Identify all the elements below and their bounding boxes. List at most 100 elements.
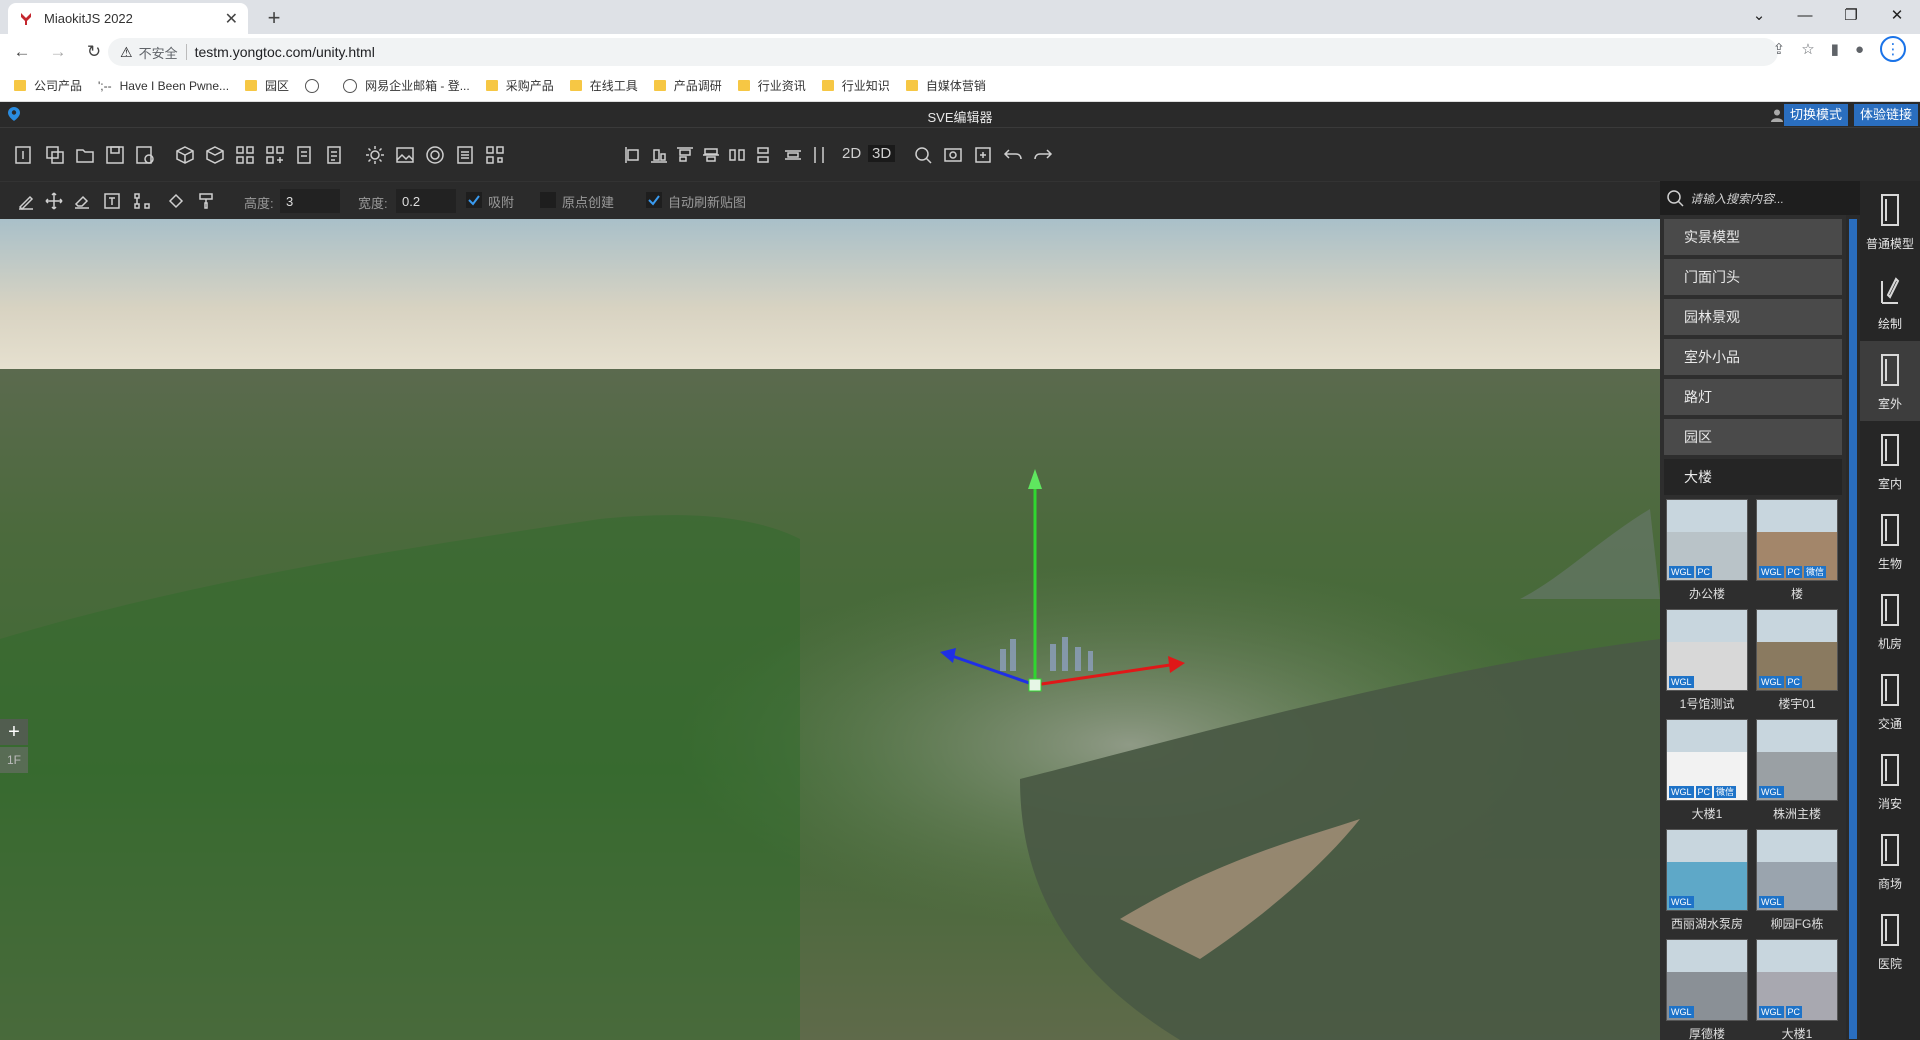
category-item[interactable]: 大楼 xyxy=(1664,459,1842,495)
minimize-button[interactable]: — xyxy=(1782,0,1828,30)
model-card[interactable]: WGL 柳园FG栋 xyxy=(1752,829,1842,939)
url-omnibox[interactable]: ⚠ 不安全 testm.yongtoc.com/unity.html xyxy=(108,38,1778,66)
profile-icon[interactable]: ● xyxy=(1855,41,1864,58)
floor-add-button[interactable]: + xyxy=(0,719,28,745)
pen-icon[interactable] xyxy=(16,191,36,211)
reload-icon[interactable]: ↻ xyxy=(80,38,108,66)
tab-close-icon[interactable]: ✕ xyxy=(225,9,238,29)
bookmark-item[interactable]: 自媒体营销 xyxy=(905,77,986,94)
right-nav-item[interactable]: 室内 xyxy=(1860,421,1920,501)
right-nav-item[interactable]: 普通模型 xyxy=(1860,181,1920,261)
model-card[interactable]: WGL PC 微信 大楼1 xyxy=(1662,719,1752,829)
new-tab-button[interactable]: + xyxy=(260,5,288,31)
bookmark-item[interactable]: 行业知识 xyxy=(821,77,890,94)
category-item[interactable]: 园林景观 xyxy=(1664,299,1842,335)
undo-icon[interactable] xyxy=(1002,144,1024,166)
height-input[interactable] xyxy=(280,189,340,213)
origin-create-checkbox[interactable] xyxy=(540,192,556,208)
node-icon[interactable] xyxy=(132,191,152,211)
align-left-icon[interactable] xyxy=(622,144,644,166)
qr-icon[interactable] xyxy=(484,144,506,166)
model-card[interactable]: WGL 1号馆测试 xyxy=(1662,609,1752,719)
right-nav-item[interactable]: 医院 xyxy=(1860,901,1920,981)
menu-kebab-icon[interactable]: ⋮ xyxy=(1880,36,1906,62)
right-nav-item[interactable]: 机房 xyxy=(1860,581,1920,661)
close-window-button[interactable]: ✕ xyxy=(1874,0,1920,30)
right-nav-item[interactable]: 交通 xyxy=(1860,661,1920,741)
category-item[interactable]: 园区 xyxy=(1664,419,1842,455)
list-export-icon[interactable] xyxy=(324,144,346,166)
category-item[interactable]: 门面门头 xyxy=(1664,259,1842,295)
back-icon[interactable]: ← xyxy=(8,38,36,66)
list-edit-icon[interactable] xyxy=(294,144,316,166)
right-nav-item[interactable]: 商场 xyxy=(1860,821,1920,901)
category-item[interactable]: 实景模型 xyxy=(1664,219,1842,255)
bookmark-star-icon[interactable]: ☆ xyxy=(1801,40,1814,58)
target-icon[interactable] xyxy=(424,144,446,166)
floor-current-button[interactable]: 1F xyxy=(0,747,28,773)
auto-refresh-checkbox[interactable] xyxy=(646,192,662,208)
align-top-icon[interactable] xyxy=(674,144,696,166)
save-icon[interactable] xyxy=(104,144,126,166)
grid-add-icon[interactable] xyxy=(234,144,256,166)
text-icon[interactable] xyxy=(102,191,122,211)
model-card[interactable]: WGL PC 大楼1 xyxy=(1752,939,1842,1040)
space-v-icon[interactable] xyxy=(808,144,830,166)
document-icon[interactable] xyxy=(454,144,476,166)
mode-2d-button[interactable]: 2D xyxy=(842,145,861,162)
bookmark-item[interactable]: 采购产品 xyxy=(485,77,554,94)
right-nav-item[interactable]: 生物 xyxy=(1860,501,1920,581)
model-card[interactable]: WGL PC 微信楼 xyxy=(1752,499,1842,609)
open-folder-icon[interactable] xyxy=(74,144,96,166)
user-icon[interactable] xyxy=(1770,108,1784,122)
scroll-thumb[interactable] xyxy=(1849,219,1857,1039)
model-card[interactable]: WGL PC 办公楼 xyxy=(1662,499,1752,609)
panel-scrollbar[interactable] xyxy=(1846,215,1860,1040)
light-icon[interactable] xyxy=(364,144,386,166)
grid-edit-icon[interactable] xyxy=(264,144,286,166)
bookmark-item[interactable] xyxy=(305,78,327,93)
bookmark-item[interactable]: 在线工具 xyxy=(569,77,638,94)
right-nav-item[interactable]: 室外 xyxy=(1860,341,1920,421)
space-h-icon[interactable] xyxy=(782,144,804,166)
screenshot-icon[interactable] xyxy=(942,144,964,166)
eraser-icon[interactable] xyxy=(72,191,92,211)
right-nav-item[interactable]: 消安 xyxy=(1860,741,1920,821)
distribute-h-icon[interactable] xyxy=(726,144,748,166)
cube-outline-icon[interactable] xyxy=(204,144,226,166)
category-item[interactable]: 室外小品 xyxy=(1664,339,1842,375)
model-card[interactable]: WGL 西丽湖水泵房 xyxy=(1662,829,1752,939)
expand-icon[interactable] xyxy=(972,144,994,166)
paint-brush-icon[interactable] xyxy=(196,191,216,211)
align-middle-icon[interactable] xyxy=(700,144,722,166)
right-nav-item[interactable]: 绘制 xyxy=(1860,261,1920,341)
tab-search-icon[interactable]: ⌄ xyxy=(1736,0,1782,30)
align-bottom-icon[interactable] xyxy=(648,144,670,166)
model-card[interactable]: WGL 株洲主楼 xyxy=(1752,719,1842,829)
model-card[interactable]: WGL PC 楼宇01 xyxy=(1752,609,1842,719)
cube-icon[interactable] xyxy=(174,144,196,166)
image-icon[interactable] xyxy=(394,144,416,166)
width-input[interactable] xyxy=(396,189,456,213)
distribute-v-icon[interactable] xyxy=(752,144,774,166)
forward-icon[interactable]: → xyxy=(44,38,72,66)
history-icon[interactable] xyxy=(134,144,156,166)
bookmark-item[interactable]: 产品调研 xyxy=(653,77,722,94)
fill-bucket-icon[interactable] xyxy=(166,191,186,211)
3d-viewport[interactable]: + 1F xyxy=(0,219,1660,1040)
model-card[interactable]: WGL 厚德楼 xyxy=(1662,939,1752,1040)
category-item[interactable]: 路灯 xyxy=(1664,379,1842,415)
copy-scene-icon[interactable] xyxy=(44,144,66,166)
new-scene-icon[interactable] xyxy=(12,144,34,166)
browser-tab[interactable]: MiaokitJS 2022 ✕ xyxy=(8,3,248,34)
bookmark-item[interactable]: ';-- Have I Been Pwne... xyxy=(98,79,229,93)
snap-checkbox[interactable] xyxy=(466,192,482,208)
bookmark-item[interactable]: 公司产品 xyxy=(14,77,82,94)
share-icon[interactable]: ⇪ xyxy=(1773,40,1786,58)
experience-link-button[interactable]: 体验链接 xyxy=(1853,104,1918,126)
sidepanel-icon[interactable]: ▮ xyxy=(1831,40,1839,58)
mode-3d-button[interactable]: 3D xyxy=(868,145,896,162)
bookmark-item[interactable]: 园区 xyxy=(245,77,289,94)
restore-button[interactable]: ❐ xyxy=(1828,0,1874,30)
search-icon[interactable] xyxy=(912,144,934,166)
